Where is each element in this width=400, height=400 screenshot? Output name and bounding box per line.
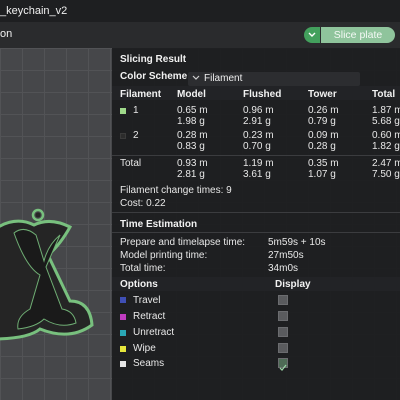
model-printing-time-label: Model printing time: [120, 250, 208, 261]
seams-swatch [120, 361, 126, 367]
filament-change-times: Filament change times: 9 [120, 185, 232, 196]
total-row-label: Total [120, 158, 142, 169]
model-printing-time-value: 27m50s [268, 250, 304, 261]
prepare-time-value: 5m59s + 10s [268, 237, 326, 248]
total-flushed-length: 1.19 m [243, 158, 274, 169]
total-time-value: 34m0s [268, 263, 299, 274]
cost-value: Cost: 0.22 [120, 198, 166, 209]
filament-1-model-length: 0.65 m [177, 105, 208, 116]
filament-2-tower-length: 0.09 m [308, 130, 339, 141]
total-model-weight: 2.81 g [177, 169, 205, 180]
option-wipe-label: Wipe [133, 343, 156, 354]
time-estimation-title: Time Estimation [120, 219, 198, 230]
display-header: Display [275, 279, 311, 290]
col-header-flushed: Flushed [243, 89, 282, 100]
options-header: Options [120, 279, 158, 290]
divider [112, 232, 400, 233]
filament-1-swatch [120, 108, 126, 114]
filament-2-swatch [120, 133, 126, 139]
chevron-down-icon [192, 75, 200, 80]
window-title: _keychain_v2 [0, 5, 68, 17]
chevron-down-icon [308, 32, 316, 37]
color-scheme-value: Filament [204, 73, 243, 84]
filament-2-model-weight: 0.83 g [177, 141, 205, 152]
slice-options-dropdown[interactable] [304, 27, 320, 43]
divider [112, 155, 400, 156]
filament-2-model-length: 0.28 m [177, 130, 208, 141]
total-tower-length: 0.35 m [308, 158, 339, 169]
filament-1-total-length: 1.87 m [372, 105, 400, 116]
filament-2-total-length: 0.60 m [372, 130, 400, 141]
option-travel-label: Travel [133, 295, 161, 306]
option-unretract-label: Unretract [133, 327, 175, 338]
total-model-length: 0.93 m [177, 158, 208, 169]
filament-2-tower-weight: 0.28 g [308, 141, 336, 152]
title-bar: _keychain_v2 [0, 0, 400, 22]
keychain-model[interactable] [0, 205, 120, 345]
slice-plate-button[interactable]: Slice plate [321, 27, 395, 43]
total-total-length: 2.47 m [372, 158, 400, 169]
col-header-total: Total [372, 89, 396, 100]
option-travel-checkbox[interactable] [278, 295, 288, 305]
unretract-swatch [120, 330, 126, 336]
total-tower-weight: 1.07 g [308, 169, 336, 180]
option-wipe-checkbox[interactable] [278, 343, 288, 353]
filament-1-tower-length: 0.26 m [308, 105, 339, 116]
total-flushed-weight: 3.61 g [243, 169, 271, 180]
option-retract-checkbox[interactable] [278, 311, 288, 321]
divider [112, 212, 400, 213]
option-retract-label: Retract [133, 311, 166, 322]
total-total-weight: 7.50 g [372, 169, 400, 180]
filament-1-flushed-weight: 2.91 g [243, 116, 271, 127]
filament-2-flushed-length: 0.23 m [243, 130, 274, 141]
filament-1-tower-weight: 0.79 g [308, 116, 336, 127]
option-seams-checkbox[interactable] [278, 358, 288, 371]
filament-2-flushed-weight: 0.70 g [243, 141, 271, 152]
filament-1-flushed-length: 0.96 m [243, 105, 274, 116]
checkmark-icon [279, 364, 287, 371]
total-time-label: Total time: [120, 263, 166, 274]
filament-1-model-weight: 1.98 g [177, 116, 205, 127]
panel-title: Slicing Result [120, 54, 187, 65]
travel-swatch [120, 297, 126, 303]
filament-2-total-weight: 1.82 g [372, 141, 400, 152]
wipe-swatch [120, 346, 126, 352]
option-unretract-checkbox[interactable] [278, 327, 288, 337]
retract-swatch [120, 314, 126, 320]
toolbar-label: on [0, 28, 13, 40]
col-header-tower: Tower [308, 89, 337, 100]
filament-2-id: 2 [133, 130, 139, 141]
col-header-model: Model [177, 89, 206, 100]
col-header-filament: Filament [120, 89, 162, 100]
option-seams-label: Seams [133, 358, 165, 369]
color-scheme-label: Color Scheme [120, 71, 188, 82]
filament-1-id: 1 [133, 105, 139, 116]
prepare-time-label: Prepare and timelapse time: [120, 237, 246, 248]
filament-1-total-weight: 5.68 g [372, 116, 400, 127]
